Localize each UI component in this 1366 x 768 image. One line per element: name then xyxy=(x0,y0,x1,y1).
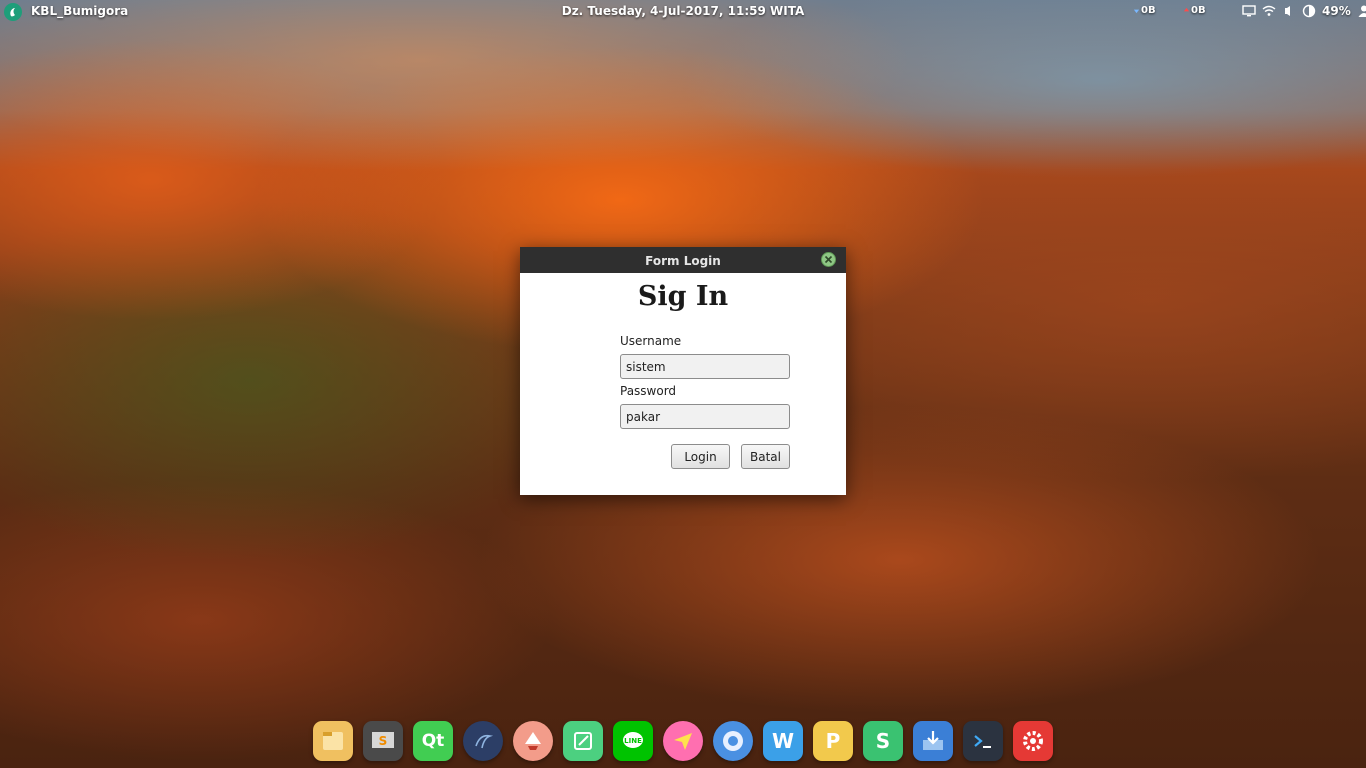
dialog-titlebar[interactable]: Form Login xyxy=(520,247,846,273)
dock-terminal[interactable] xyxy=(963,721,1003,761)
dock-line-messenger[interactable]: LINE xyxy=(613,721,653,761)
dock-send-anywhere[interactable] xyxy=(663,721,703,761)
login-button[interactable]: Login xyxy=(671,444,730,469)
distro-logo-icon[interactable] xyxy=(4,3,22,21)
dock: S Qt LINE W P S xyxy=(308,714,1062,768)
dock-file-manager[interactable] xyxy=(313,721,353,761)
dock-wps-presentation[interactable]: P xyxy=(813,721,853,761)
dock-wps-spreadsheets[interactable]: S xyxy=(863,721,903,761)
dock-text-editor[interactable] xyxy=(563,721,603,761)
svg-text:S: S xyxy=(379,734,388,748)
wps-writer-icon: W xyxy=(771,729,795,753)
network-upload-indicator: 0B xyxy=(1183,5,1206,16)
dialog-title: Form Login xyxy=(645,254,721,268)
dock-inkscape[interactable] xyxy=(513,721,553,761)
dock-wps-writer[interactable]: W xyxy=(763,721,803,761)
battery-icon[interactable] xyxy=(1302,4,1316,18)
wps-presentation-icon: P xyxy=(825,729,841,753)
send-anywhere-icon xyxy=(674,733,692,750)
net-up-value: 0B xyxy=(1191,5,1206,16)
user-icon[interactable] xyxy=(1357,4,1366,18)
dock-mysql-workbench[interactable] xyxy=(463,721,503,761)
dock-sublime-text[interactable]: S xyxy=(363,721,403,761)
username-label: Username xyxy=(620,334,682,348)
line-messenger-icon: LINE xyxy=(623,732,643,748)
top-panel: KBL_Bumigora Dz. Tuesday, 4-Jul-2017, 11… xyxy=(0,0,1366,24)
download-arrow-icon xyxy=(1133,9,1140,14)
username-field[interactable] xyxy=(620,354,790,379)
terminal-icon xyxy=(974,735,991,748)
dock-settings[interactable] xyxy=(1013,721,1053,761)
clock-text[interactable]: Dz. Tuesday, 4-Jul-2017, 11:59 WITA xyxy=(562,4,805,18)
login-dialog: Form Login Sig In Username Password Logi… xyxy=(520,247,846,495)
text-editor-icon xyxy=(574,732,592,750)
clock: Dz. Tuesday, 4-Jul-2017, 11:59 WITA xyxy=(0,4,1366,18)
password-label: Password xyxy=(620,384,677,398)
close-button[interactable] xyxy=(821,252,836,267)
chromium-icon xyxy=(723,731,743,751)
qt-creator-icon: Qt xyxy=(421,731,445,751)
page-title: Sig In xyxy=(637,281,729,312)
password-field[interactable] xyxy=(620,404,790,429)
active-app-name[interactable]: KBL_Bumigora xyxy=(31,4,128,18)
cancel-button[interactable]: Batal xyxy=(741,444,790,469)
dock-chromium[interactable] xyxy=(713,721,753,761)
inkscape-icon xyxy=(525,732,541,750)
close-icon xyxy=(824,255,833,264)
wps-spreadsheets-icon: S xyxy=(875,729,891,753)
mysql-workbench-icon xyxy=(475,734,494,749)
upload-arrow-icon xyxy=(1183,7,1190,12)
network-download-indicator: 0B xyxy=(1133,5,1156,16)
settings-icon xyxy=(1023,731,1043,751)
dock-qt-creator[interactable]: Qt xyxy=(413,721,453,761)
dock-downloader[interactable] xyxy=(913,721,953,761)
sublime-text-icon: S xyxy=(372,732,394,748)
wifi-icon[interactable] xyxy=(1262,4,1276,18)
downloader-icon xyxy=(923,731,943,750)
file-manager-icon xyxy=(323,732,343,750)
svg-text:LINE: LINE xyxy=(624,737,642,745)
display-icon[interactable] xyxy=(1242,4,1256,18)
net-down-value: 0B xyxy=(1141,5,1156,16)
volume-icon[interactable] xyxy=(1282,4,1296,18)
battery-percent[interactable]: 49% xyxy=(1322,4,1351,18)
system-tray: 49% xyxy=(1242,4,1366,18)
